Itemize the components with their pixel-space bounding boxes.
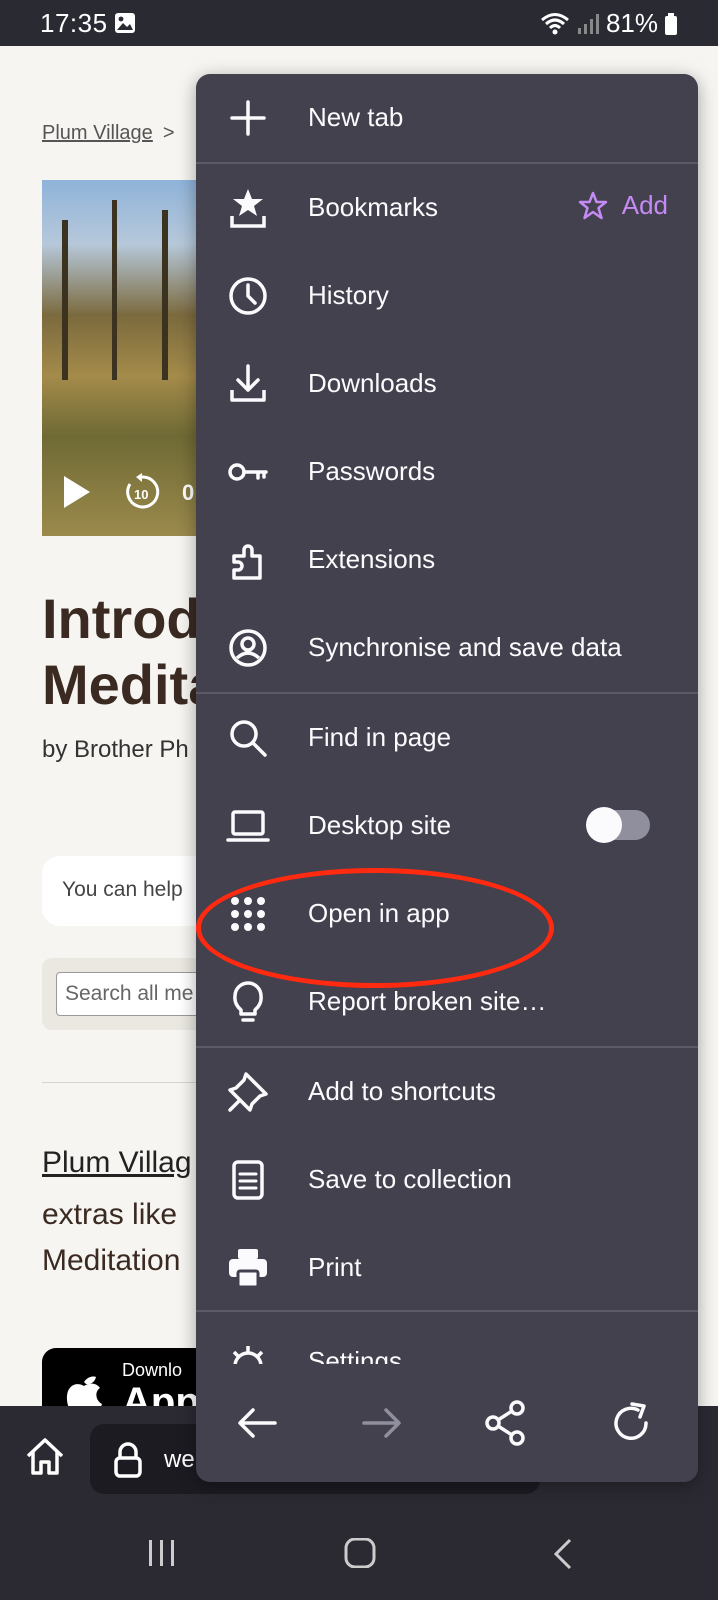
home-icon[interactable] [24,1436,66,1476]
menu-item-downloads[interactable]: Downloads [196,340,698,428]
menu-item-find-in-page[interactable]: Find in page [196,694,698,782]
replay-10-icon[interactable]: 10 [122,472,162,512]
appstore-big-text: App [122,1380,200,1406]
clock-icon [229,277,267,315]
video-player[interactable]: 10 0 [42,180,212,536]
toggle-knob [586,807,622,843]
gear-icon [232,1346,264,1364]
play-icon[interactable] [64,476,90,508]
battery-icon [665,12,677,35]
status-bar: 17:35 81% [0,0,718,46]
collection-icon [232,1160,264,1200]
share-icon[interactable] [481,1398,531,1448]
wifi-icon [540,12,569,34]
svg-text:10: 10 [134,487,148,502]
puzzle-icon [232,544,262,580]
menu-divider [196,1310,698,1312]
download-icon [230,364,266,402]
menu-item-add-to-shortcuts[interactable]: Add to shortcuts [196,1048,698,1136]
video-time: 0 [182,480,195,505]
annotation-ellipse [196,868,554,988]
breadcrumb-link[interactable]: Plum Village [42,122,153,144]
browser-menu: New tab Bookmarks Add History Downloads [196,74,698,1482]
laptop-icon [226,810,270,842]
key-icon [228,463,268,481]
menu-item-passwords[interactable]: Passwords [196,428,698,516]
bookmarks-icon [230,189,266,228]
menu-item-new-tab[interactable]: New tab [196,74,698,162]
menu-navigation-row [196,1364,698,1482]
back-nav-icon[interactable] [550,1538,576,1570]
search-icon [230,720,267,757]
plus-icon [230,100,266,136]
plum-village-link[interactable]: Plum Villag [42,1146,192,1180]
breadcrumb-separator: > [162,122,175,144]
menu-item-settings-partial[interactable]: Settings [196,1340,698,1364]
back-arrow-icon[interactable] [233,1398,283,1448]
system-nav-bar [0,1506,718,1600]
account-icon [229,629,267,667]
battery-percent: 81% [605,8,658,38]
reload-icon[interactable] [606,1398,656,1448]
recent-apps-icon[interactable] [146,1538,178,1568]
breadcrumb: Plum Village > [42,122,175,145]
home-nav-icon[interactable] [344,1538,376,1568]
lightbulb-icon [233,981,263,1022]
desktop-site-toggle[interactable] [586,807,650,843]
printer-icon [229,1249,267,1289]
add-bookmark-button[interactable]: Add [578,190,668,221]
menu-item-extensions[interactable]: Extensions [196,516,698,604]
add-label: Add [621,190,668,220]
menu-item-desktop-site[interactable]: Desktop site [196,782,698,870]
menu-item-history[interactable]: History [196,252,698,340]
appstore-small-text: Downlo [122,1360,183,1380]
menu-item-sync[interactable]: Synchronise and save data [196,604,698,692]
paragraph-text: extras like Meditation [42,1198,181,1277]
status-time: 17:35 [40,8,108,38]
byline: by Brother Ph [42,736,189,763]
url-text: we [164,1446,195,1473]
menu-item-print[interactable]: Print [196,1224,698,1312]
star-outline-icon [578,191,607,219]
forward-arrow-icon[interactable] [356,1398,406,1448]
lock-icon [114,1442,142,1478]
pin-icon [228,1072,268,1112]
signal-icon [577,13,599,34]
menu-item-bookmarks[interactable]: Bookmarks Add [196,164,698,252]
apple-logo-icon [66,1376,102,1406]
menu-item-save-to-collection[interactable]: Save to collection [196,1136,698,1224]
gallery-notification-icon [115,13,135,33]
